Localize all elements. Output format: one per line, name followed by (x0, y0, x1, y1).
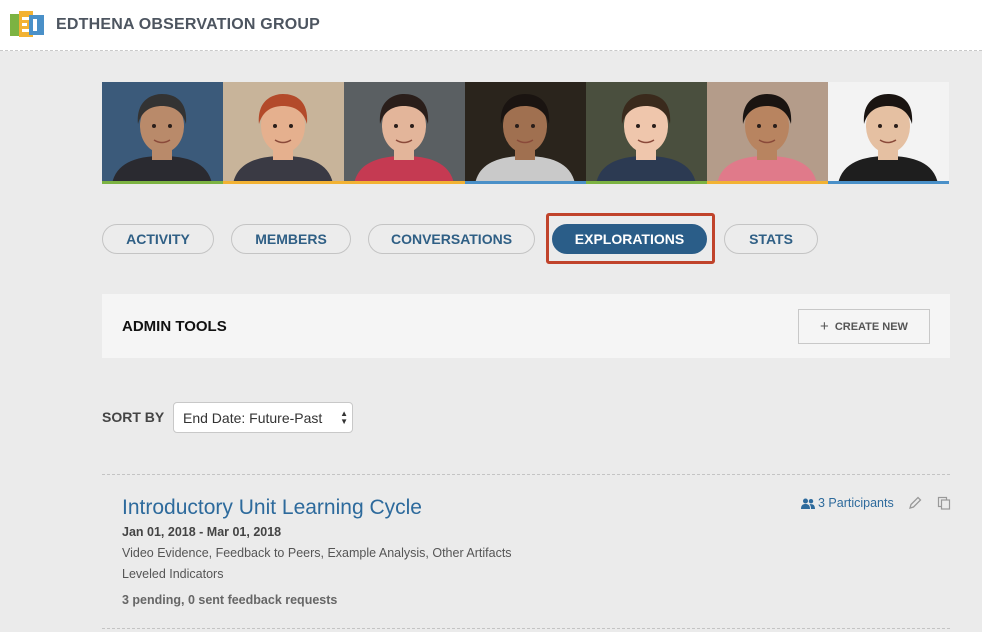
tab-activity[interactable]: ACTIVITY (102, 224, 214, 254)
tab-members[interactable]: MEMBERS (231, 224, 351, 254)
member-photo-2[interactable] (223, 82, 344, 184)
divider (102, 628, 950, 629)
member-photo-3[interactable] (344, 82, 465, 184)
create-new-label: CREATE NEW (834, 320, 908, 333)
participants-link[interactable]: 3 Participants (801, 496, 894, 510)
sort-by-label: SORT BY (102, 409, 165, 425)
sort-selected-value: End Date: Future-Past (183, 410, 323, 426)
group-name: EDTHENA OBSERVATION GROUP (56, 16, 320, 33)
photo-accent-stripe (223, 181, 344, 184)
admin-tools-panel: ADMIN TOOLS + CREATE NEW (102, 294, 950, 358)
admin-tools-title: ADMIN TOOLS (122, 318, 227, 335)
active-tab-highlight (546, 213, 715, 264)
member-photo-1[interactable] (102, 82, 223, 184)
participants-icon (801, 498, 815, 509)
select-arrows-icon: ▲ ▼ (340, 409, 348, 426)
plus-icon: + (820, 318, 829, 335)
create-new-button[interactable]: + CREATE NEW (798, 309, 930, 344)
member-photo-5[interactable] (586, 82, 707, 184)
exploration-indicators: Leveled Indicators (122, 567, 224, 581)
exploration-types: Video Evidence, Feedback to Peers, Examp… (122, 546, 512, 560)
exploration-title[interactable]: Introductory Unit Learning Cycle (122, 496, 422, 520)
tab-stats[interactable]: STATS (724, 224, 818, 254)
top-bar: EDTHENA OBSERVATION GROUP (0, 0, 982, 51)
photo-accent-stripe (707, 181, 828, 184)
photo-accent-stripe (102, 181, 223, 184)
photo-accent-stripe (586, 181, 707, 184)
copy-icon[interactable] (937, 496, 951, 510)
divider (102, 474, 950, 475)
member-photo-7[interactable] (828, 82, 949, 184)
tab-conversations[interactable]: CONVERSATIONS (368, 224, 535, 254)
member-photo-4[interactable] (465, 82, 586, 184)
sort-select[interactable]: End Date: Future-Past ▲ ▼ (173, 402, 353, 433)
photo-accent-stripe (828, 181, 949, 184)
pencil-icon[interactable] (908, 496, 922, 510)
member-photo-banner (102, 82, 950, 184)
exploration-pending-requests: 3 pending, 0 sent feedback requests (122, 593, 338, 607)
member-photo-6[interactable] (707, 82, 828, 184)
edthena-logo-icon[interactable] (10, 11, 46, 39)
participants-label: 3 Participants (818, 496, 894, 510)
photo-accent-stripe (344, 181, 465, 184)
photo-accent-stripe (465, 181, 586, 184)
exploration-dates: Jan 01, 2018 - Mar 01, 2018 (122, 525, 282, 539)
